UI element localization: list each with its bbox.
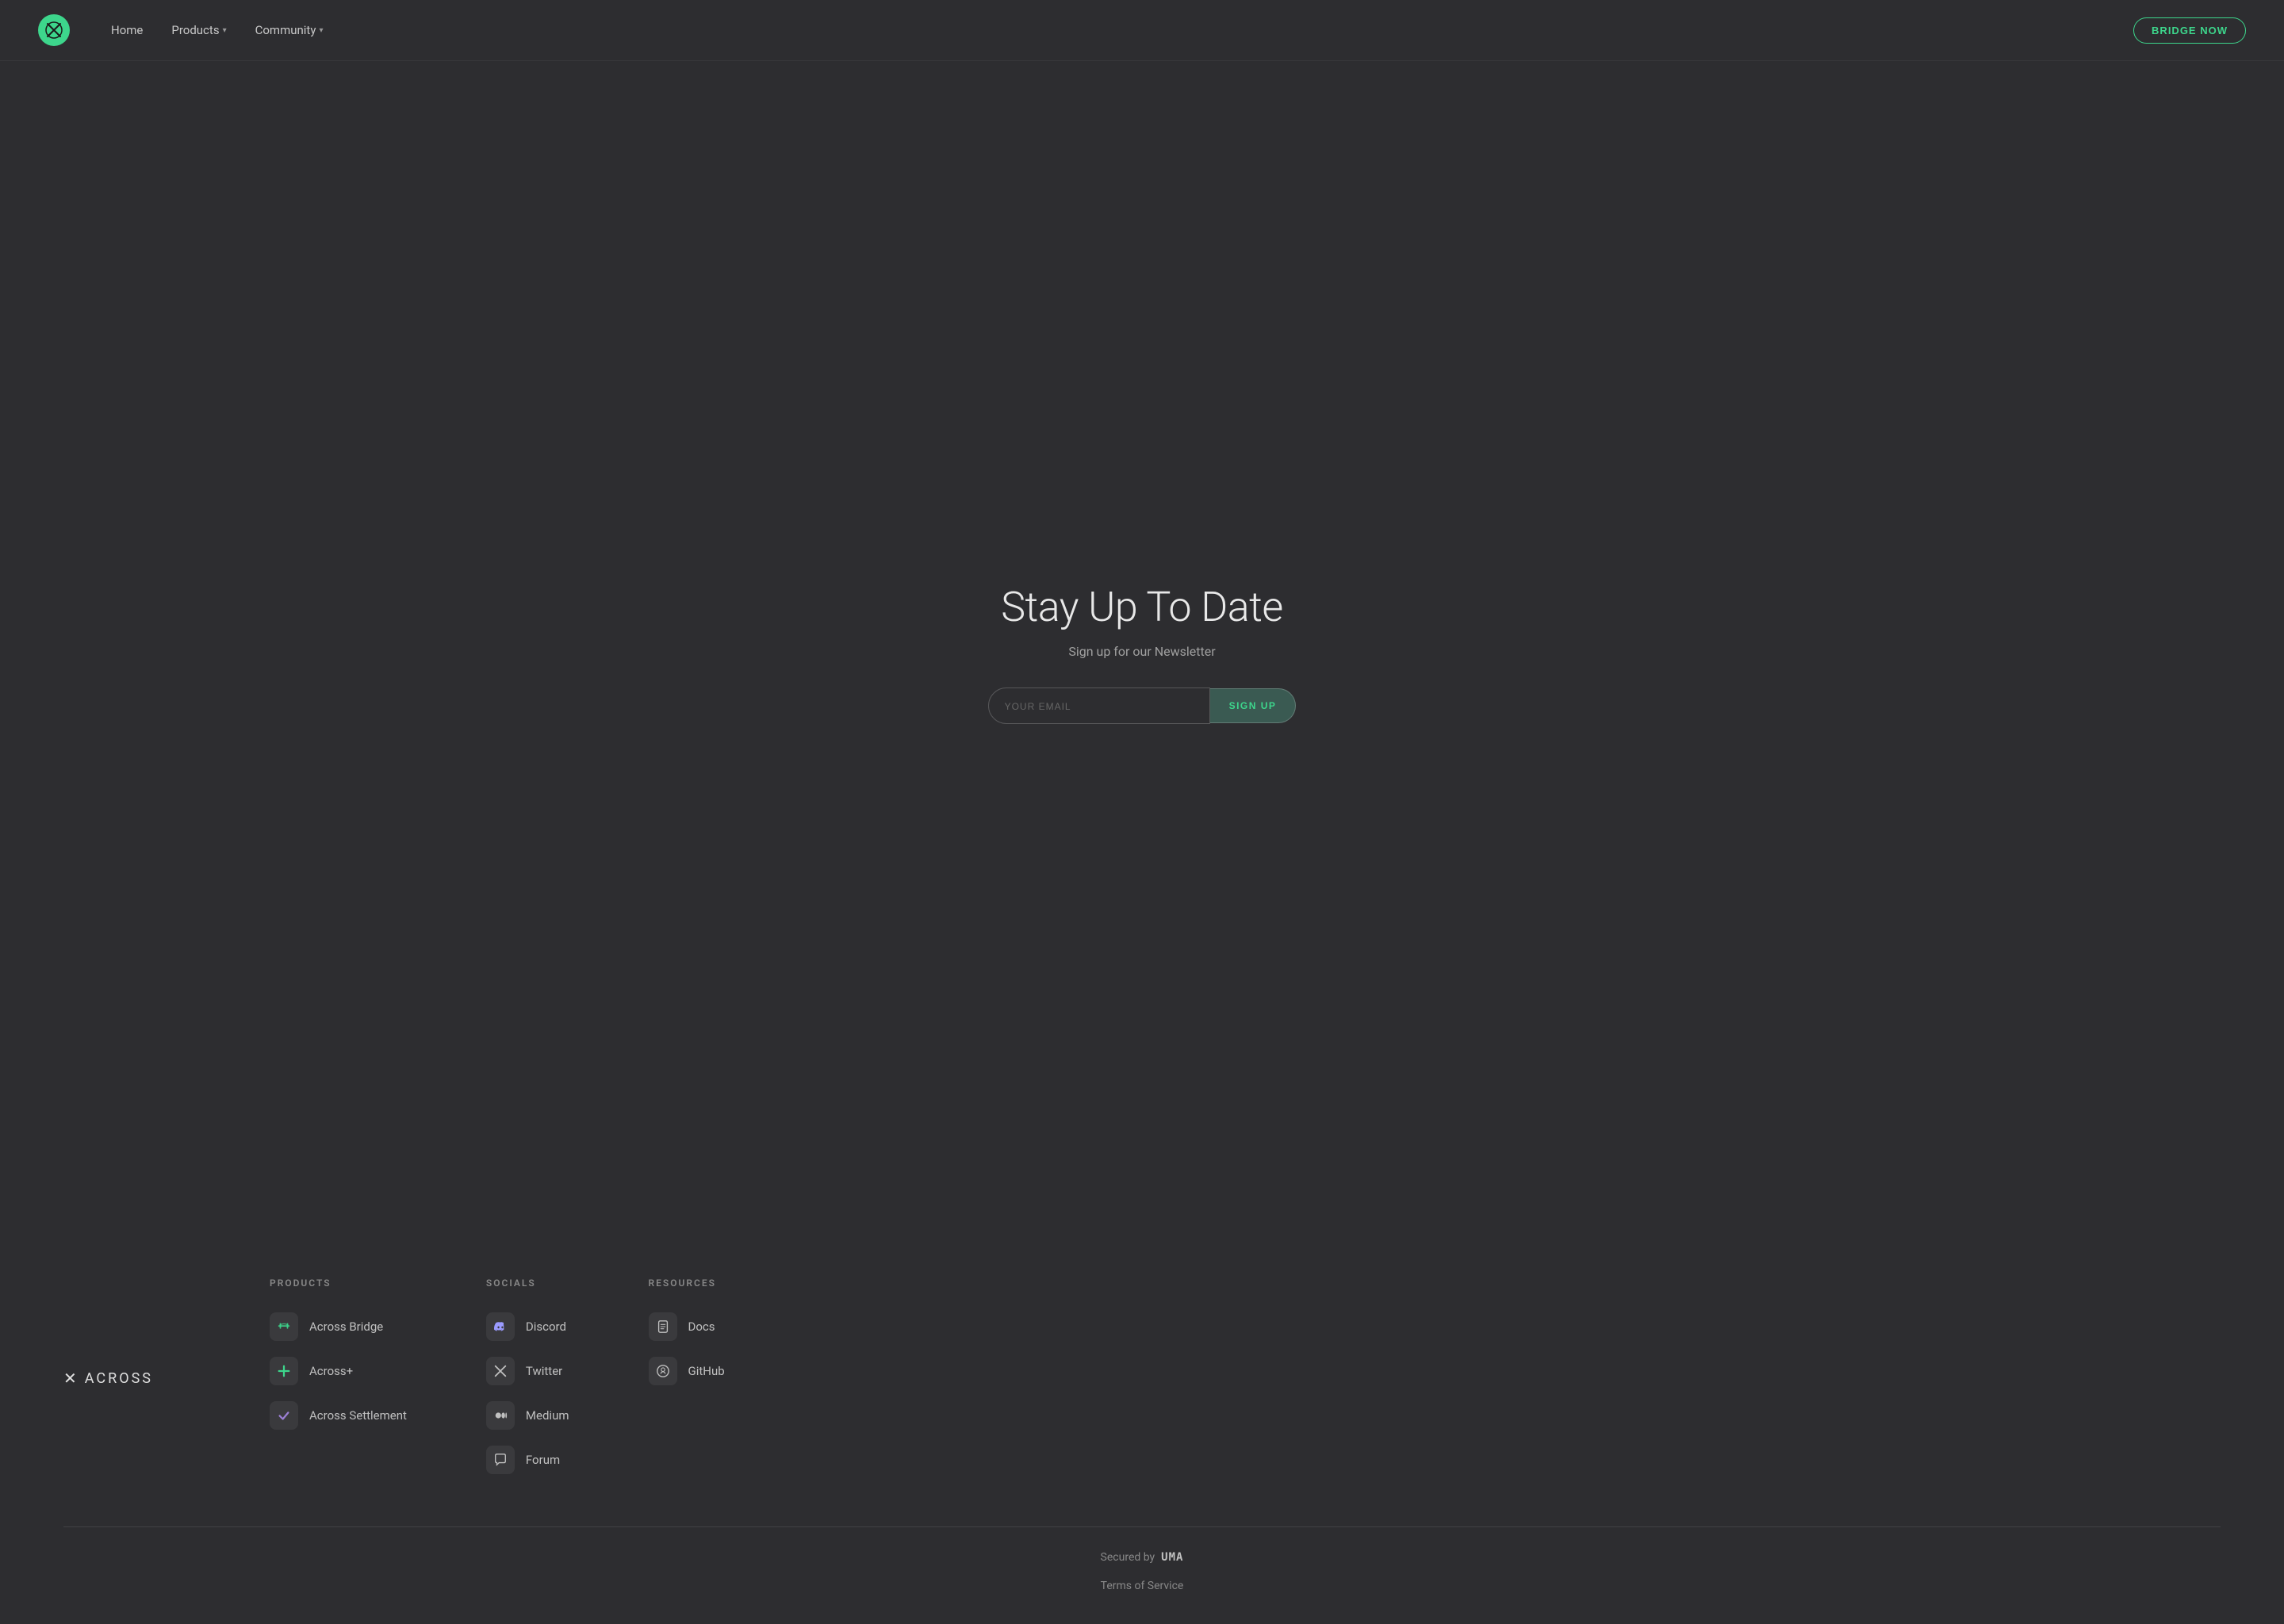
products-chevron-icon: ▾ (223, 26, 227, 35)
medium-label: Medium (526, 1408, 569, 1423)
twitter-label: Twitter (526, 1364, 562, 1378)
check-icon-box (270, 1401, 298, 1430)
footer-link-medium[interactable]: Medium (486, 1396, 569, 1434)
footer-link-across-settlement[interactable]: Across Settlement (270, 1396, 407, 1434)
bridge-icon-box (270, 1312, 298, 1341)
bridge-icon (277, 1320, 291, 1334)
footer-social-links: Discord Twitter (486, 1308, 569, 1479)
uma-logo: UMA (1161, 1551, 1183, 1564)
discord-icon (493, 1320, 508, 1334)
medium-icon (493, 1408, 508, 1423)
footer-products-links: Across Bridge Across+ (270, 1308, 407, 1434)
footer-x-icon: ✕ (63, 1369, 77, 1388)
footer-columns: PRODUCTS Across Bridge (270, 1277, 2221, 1479)
main-section: Stay Up To Date Sign up for our Newslett… (0, 61, 2284, 1230)
footer-bottom: Secured by UMA Terms of Service (63, 1526, 2221, 1592)
footer-resources-col: RESOURCES Docs (649, 1277, 725, 1479)
twitter-icon (493, 1364, 508, 1378)
secured-by-text: Secured by UMA (1101, 1551, 1184, 1564)
footer-link-docs[interactable]: Docs (649, 1308, 725, 1346)
footer-link-across-bridge[interactable]: Across Bridge (270, 1308, 407, 1346)
footer-socials-col: SOCIALS Discord (486, 1277, 569, 1479)
footer-link-discord[interactable]: Discord (486, 1308, 569, 1346)
across-settlement-label: Across Settlement (309, 1408, 407, 1423)
community-chevron-icon: ▾ (319, 26, 323, 35)
newsletter-form: SIGN UP (988, 688, 1297, 724)
email-input[interactable] (988, 688, 1210, 724)
footer-link-across-plus[interactable]: Across+ (270, 1352, 407, 1390)
footer-link-github[interactable]: GitHub (649, 1352, 725, 1390)
logo-icon (38, 14, 70, 46)
docs-icon (656, 1320, 670, 1334)
hero-subtitle: Sign up for our Newsletter (1068, 644, 1215, 659)
across-plus-label: Across+ (309, 1364, 353, 1378)
terms-of-service-link[interactable]: Terms of Service (1101, 1580, 1184, 1592)
check-icon (277, 1408, 291, 1423)
twitter-icon-box (486, 1357, 515, 1385)
forum-icon-box (486, 1446, 515, 1474)
plus-icon (277, 1364, 291, 1378)
docs-icon-box (649, 1312, 677, 1341)
forum-icon (493, 1453, 508, 1467)
footer-resource-links: Docs GitHub (649, 1308, 725, 1390)
nav-home[interactable]: Home (102, 18, 152, 42)
github-icon-box (649, 1357, 677, 1385)
docs-label: Docs (688, 1320, 715, 1334)
footer-link-twitter[interactable]: Twitter (486, 1352, 569, 1390)
footer-products-col: PRODUCTS Across Bridge (270, 1277, 407, 1479)
bridge-now-button[interactable]: BRIDGE NOW (2133, 17, 2246, 44)
nav-community[interactable]: Community ▾ (246, 18, 333, 42)
footer-brand-name: ACROSS (85, 1370, 153, 1387)
discord-label: Discord (526, 1320, 566, 1334)
footer-resources-heading: RESOURCES (649, 1277, 725, 1289)
nav-links: Home Products ▾ Community ▾ (102, 18, 2133, 42)
footer-link-forum[interactable]: Forum (486, 1441, 569, 1479)
footer-brand: ✕ ACROSS (63, 1277, 206, 1479)
plus-icon-box (270, 1357, 298, 1385)
hero-title: Stay Up To Date (1001, 583, 1283, 631)
medium-icon-box (486, 1401, 515, 1430)
footer: ✕ ACROSS PRODUCTS (0, 1230, 2284, 1624)
signup-button[interactable]: SIGN UP (1210, 688, 1297, 723)
forum-label: Forum (526, 1453, 560, 1467)
discord-icon-box (486, 1312, 515, 1341)
nav-logo[interactable] (38, 14, 70, 46)
across-bridge-label: Across Bridge (309, 1320, 383, 1334)
nav-products[interactable]: Products ▾ (162, 18, 236, 42)
github-label: GitHub (688, 1364, 725, 1378)
footer-products-heading: PRODUCTS (270, 1277, 407, 1289)
secured-by-label: Secured by (1101, 1551, 1155, 1564)
footer-socials-heading: SOCIALS (486, 1277, 569, 1289)
github-icon (656, 1364, 670, 1378)
navbar: Home Products ▾ Community ▾ BRIDGE NOW (0, 0, 2284, 61)
footer-top: ✕ ACROSS PRODUCTS (63, 1277, 2221, 1526)
